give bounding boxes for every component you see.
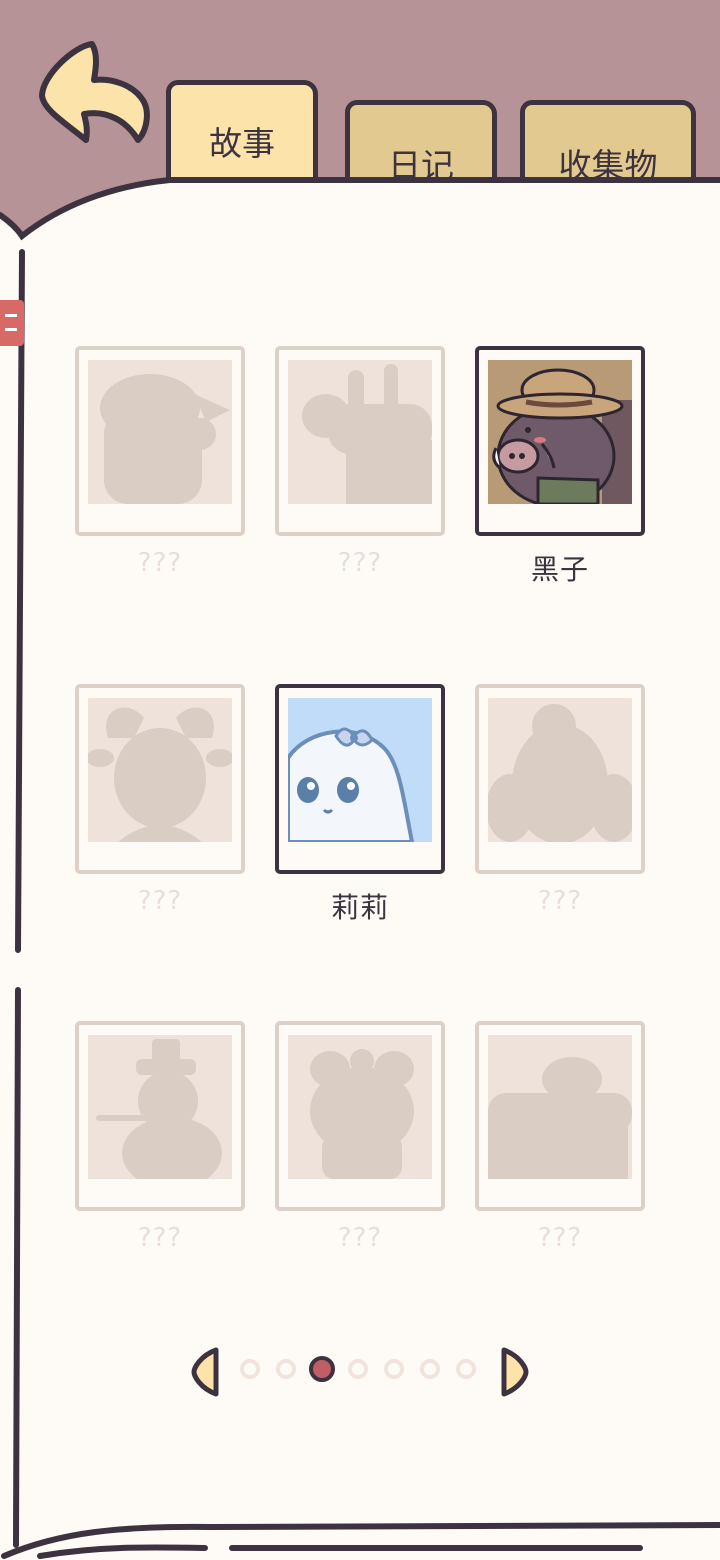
character-name: ??? xyxy=(337,548,383,578)
photo-frame xyxy=(75,1021,245,1211)
character-card[interactable]: 莉莉 xyxy=(260,684,460,924)
page-dot-6[interactable] xyxy=(420,1359,440,1379)
silhouette-bow-girl-icon xyxy=(288,1035,432,1179)
character-name: ??? xyxy=(137,548,183,578)
photo-frame xyxy=(475,346,645,536)
character-name: ??? xyxy=(537,886,583,916)
silhouette-giraffe-icon xyxy=(288,360,432,504)
photo-frame xyxy=(275,684,445,874)
character-name: ??? xyxy=(137,1223,183,1253)
photo-frame xyxy=(475,684,645,874)
tab-story[interactable]: 故事 xyxy=(166,80,318,190)
chevron-left-icon xyxy=(191,1347,219,1397)
tab-collection[interactable]: 收集物 xyxy=(520,100,696,185)
tab-collection-label: 收集物 xyxy=(558,146,658,185)
character-card[interactable]: ??? xyxy=(60,1021,260,1257)
page-dot-4[interactable] xyxy=(348,1359,368,1379)
photo-frame xyxy=(275,346,445,536)
character-name: ??? xyxy=(137,886,183,916)
character-card[interactable]: ??? xyxy=(460,1021,660,1257)
silhouette-dog-icon xyxy=(488,698,632,842)
ghost-bow-portrait xyxy=(288,698,432,842)
silhouette-ram-icon xyxy=(88,698,232,842)
tab-diary-label: 日记 xyxy=(388,146,454,185)
silhouette-house-icon xyxy=(488,1035,632,1179)
page-dot-3-active[interactable] xyxy=(309,1356,335,1382)
character-card[interactable]: ??? xyxy=(460,684,660,920)
silhouette-girl-icon xyxy=(88,360,232,504)
page-dot-2[interactable] xyxy=(276,1359,296,1379)
character-card[interactable]: ??? xyxy=(60,684,260,920)
character-card[interactable]: ??? xyxy=(260,346,460,582)
character-card[interactable]: ??? xyxy=(60,346,260,582)
back-button[interactable] xyxy=(34,38,164,156)
character-card[interactable]: 黑子 xyxy=(460,346,660,586)
page-dot-1[interactable] xyxy=(240,1359,260,1379)
silhouette-wizard-icon xyxy=(88,1035,232,1179)
page-dot-7[interactable] xyxy=(456,1359,476,1379)
prev-page-button[interactable] xyxy=(190,1346,220,1398)
character-card[interactable]: ??? xyxy=(260,1021,460,1257)
photo-frame xyxy=(75,346,245,536)
boar-farmer-portrait xyxy=(488,360,632,504)
character-name: 莉莉 xyxy=(330,891,389,924)
tab-diary[interactable]: 日记 xyxy=(345,100,497,185)
pagination xyxy=(190,1346,530,1398)
back-arrow-icon xyxy=(39,41,150,143)
next-page-button[interactable] xyxy=(500,1346,530,1398)
page-dot-5[interactable] xyxy=(384,1359,404,1379)
photo-frame xyxy=(275,1021,445,1211)
bookmark-tag[interactable] xyxy=(0,300,24,346)
character-name: ??? xyxy=(537,1223,583,1253)
photo-frame xyxy=(475,1021,645,1211)
character-name: ??? xyxy=(337,1223,383,1253)
character-name: 黑子 xyxy=(530,553,589,586)
chevron-right-icon xyxy=(501,1347,529,1397)
tab-story-label: 故事 xyxy=(209,124,275,163)
photo-frame xyxy=(75,684,245,874)
